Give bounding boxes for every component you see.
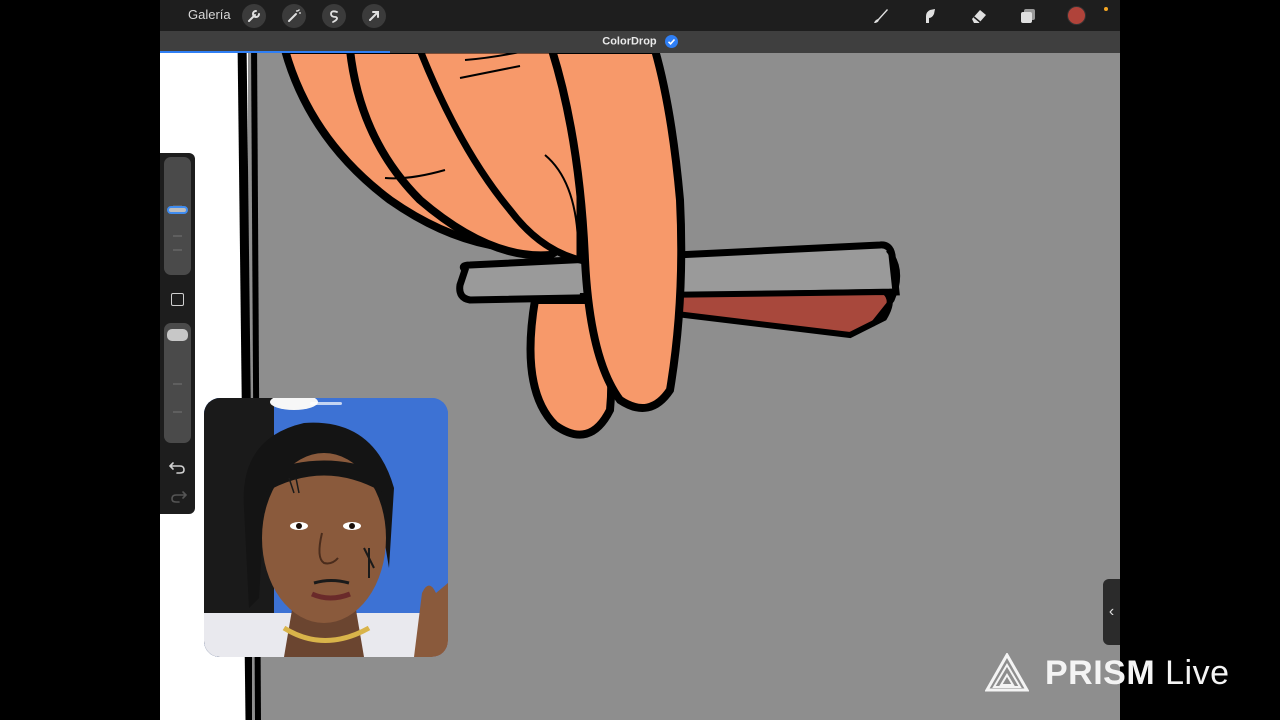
watermark-suffix: Live xyxy=(1165,653,1230,692)
modify-button[interactable] xyxy=(171,293,184,306)
watermark-brand: PRISM xyxy=(1045,653,1156,692)
prism-live-watermark: PRISM Live xyxy=(985,652,1230,694)
color-picker-swatch[interactable] xyxy=(1067,6,1086,25)
left-sidebar xyxy=(160,153,195,514)
transform-arrow-icon[interactable] xyxy=(362,4,386,28)
streamer-portrait xyxy=(204,398,448,657)
prism-logo-icon xyxy=(985,653,1029,692)
progress-bar xyxy=(160,51,391,53)
checkmark-icon xyxy=(664,35,678,48)
redo-icon[interactable] xyxy=(168,488,188,504)
watermark-text: PRISM Live xyxy=(1045,654,1230,693)
facecam-grabber[interactable] xyxy=(310,402,342,405)
magic-wand-icon[interactable] xyxy=(282,4,306,28)
smudge-icon[interactable] xyxy=(918,4,942,28)
selection-icon[interactable] xyxy=(322,4,346,28)
recording-indicator xyxy=(1104,7,1108,11)
brush-size-handle[interactable] xyxy=(167,206,188,215)
banner-content: ColorDrop xyxy=(160,35,1120,48)
procreate-app: Galería ColorDrop ‹ xyxy=(160,0,1120,720)
banner-text: ColorDrop xyxy=(602,35,657,48)
eraser-icon[interactable] xyxy=(967,4,991,28)
top-toolbar: Galería xyxy=(160,0,1120,31)
gallery-button[interactable]: Galería xyxy=(188,7,231,22)
undo-icon[interactable] xyxy=(168,459,188,475)
notification-banner: ColorDrop xyxy=(160,31,1120,53)
opacity-handle[interactable] xyxy=(167,329,188,341)
opacity-slider[interactable] xyxy=(164,323,191,443)
brush-size-slider[interactable] xyxy=(164,157,191,275)
brush-icon[interactable] xyxy=(869,4,893,28)
facecam-video[interactable] xyxy=(204,398,448,657)
layers-icon[interactable] xyxy=(1016,4,1040,28)
wrench-icon[interactable] xyxy=(242,4,266,28)
side-panel-handle[interactable]: ‹ xyxy=(1103,579,1120,645)
